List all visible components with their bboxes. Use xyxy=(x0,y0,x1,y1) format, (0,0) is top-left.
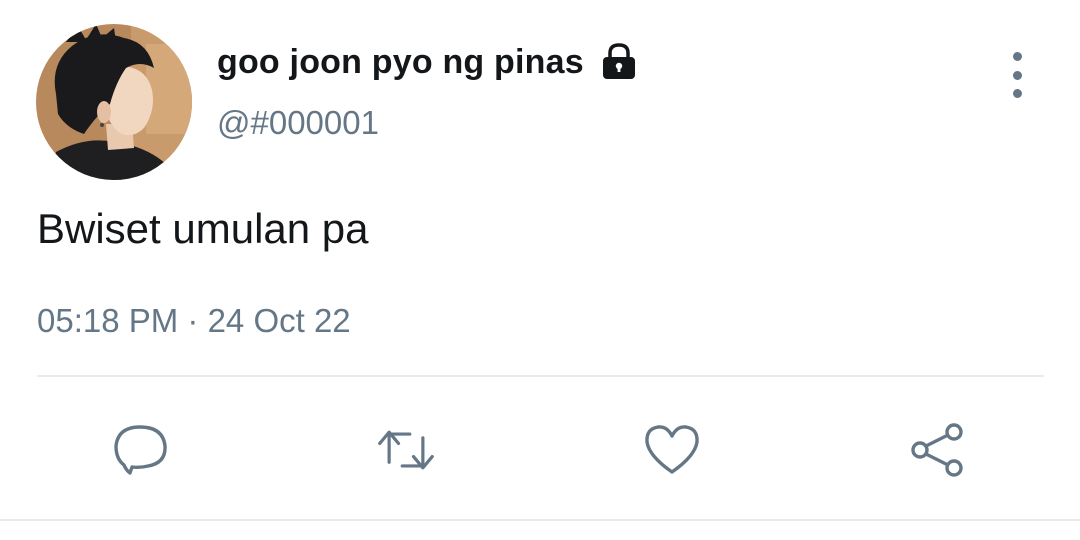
lock-icon xyxy=(600,42,638,82)
dot xyxy=(1012,89,1022,98)
dot xyxy=(1012,52,1022,61)
tweet-card: goo joon pyo ng pinas @#000001 Bwiset um… xyxy=(0,0,1080,540)
vertical-ellipsis-icon[interactable] xyxy=(1002,52,1032,98)
divider xyxy=(37,375,1044,377)
share-button[interactable] xyxy=(908,420,968,480)
avatar[interactable] xyxy=(36,24,192,180)
like-button[interactable] xyxy=(642,420,702,480)
share-nodes-icon xyxy=(911,423,963,477)
avatar-photo xyxy=(36,24,192,180)
display-name-text: goo joon pyo ng pinas xyxy=(217,42,584,81)
divider xyxy=(0,519,1080,521)
retweet-button[interactable] xyxy=(376,420,436,480)
reply-button[interactable] xyxy=(111,420,171,480)
dot xyxy=(1012,70,1022,80)
tweet-text: Bwiset umulan pa xyxy=(37,205,369,252)
tweet-timestamp[interactable]: 05:18 PM · 24 Oct 22 xyxy=(37,302,351,340)
retweet-arrows-icon xyxy=(378,430,434,470)
heart-icon xyxy=(645,425,699,474)
speech-bubble-icon xyxy=(114,425,167,475)
display-name[interactable]: goo joon pyo ng pinas xyxy=(217,42,638,82)
user-handle[interactable]: @#000001 xyxy=(217,104,379,142)
